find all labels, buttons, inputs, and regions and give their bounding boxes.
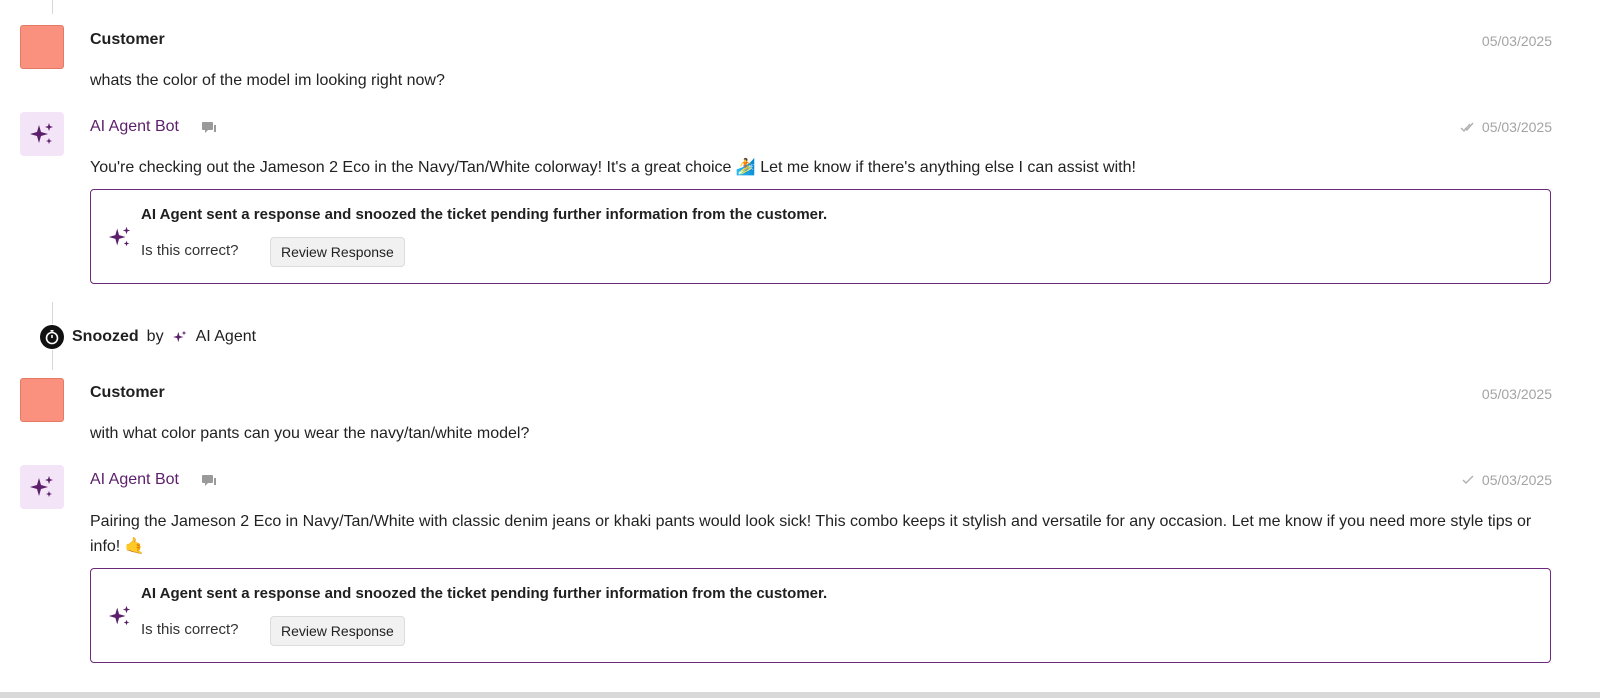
timeline-line bbox=[52, 302, 53, 324]
event-by: by bbox=[146, 328, 164, 345]
ai-agent-notice: AI Agent sent a response and snoozed the… bbox=[90, 189, 1551, 284]
customer-avatar bbox=[20, 378, 64, 422]
review-response-button[interactable]: Review Response bbox=[270, 616, 405, 646]
message-author: Customer bbox=[90, 31, 165, 48]
message-author: AI Agent Bot bbox=[90, 118, 179, 135]
chat-bubble-icon bbox=[202, 122, 216, 133]
notice-title: AI Agent sent a response and snoozed the… bbox=[141, 585, 828, 602]
message-text: You're checking out the Jameson 2 Eco in… bbox=[90, 159, 1136, 176]
sparkle-icon bbox=[108, 605, 131, 626]
timestamp-text: 05/03/2025 bbox=[1481, 386, 1552, 402]
event-label: Snoozed bbox=[72, 328, 139, 345]
message-timestamp: 05/03/2025 bbox=[1482, 386, 1552, 402]
message-author: Customer bbox=[90, 384, 165, 401]
ai-agent-notice: AI Agent sent a response and snoozed the… bbox=[90, 568, 1551, 663]
sparkle-icon bbox=[30, 476, 53, 497]
event-actor: AI Agent bbox=[195, 328, 257, 345]
notice-title: AI Agent sent a response and snoozed the… bbox=[141, 206, 828, 223]
sparkle-icon bbox=[30, 123, 53, 144]
double-check-icon bbox=[1460, 122, 1474, 132]
review-response-button[interactable]: Review Response bbox=[270, 237, 405, 267]
sparkle-icon bbox=[172, 330, 186, 343]
message-text: whats the color of the model im looking … bbox=[90, 72, 445, 89]
timeline-line bbox=[52, 350, 53, 370]
sparkle-icon bbox=[108, 226, 131, 247]
stopwatch-icon bbox=[40, 325, 64, 349]
bot-avatar bbox=[20, 112, 64, 156]
timeline-line bbox=[52, 0, 53, 14]
horizontal-scrollbar[interactable] bbox=[0, 692, 1600, 698]
customer-avatar bbox=[20, 25, 64, 69]
timestamp-text: 05/03/2025 bbox=[1481, 119, 1552, 135]
notice-question: Is this correct? bbox=[141, 242, 239, 259]
timestamp-text: 05/03/2025 bbox=[1481, 472, 1552, 488]
snoozed-event: Snoozed by AI Agent bbox=[40, 324, 256, 350]
message-text: Pairing the Jameson 2 Eco in Navy/Tan/Wh… bbox=[90, 513, 1532, 555]
check-icon bbox=[1462, 475, 1474, 484]
bot-avatar bbox=[20, 465, 64, 509]
chat-bubble-icon bbox=[202, 475, 216, 486]
timestamp-text: 05/03/2025 bbox=[1481, 33, 1552, 49]
message-author: AI Agent Bot bbox=[90, 471, 179, 488]
message-timestamp: 05/03/2025 bbox=[1482, 33, 1552, 49]
message-text: with what color pants can you wear the n… bbox=[90, 425, 530, 442]
notice-question: Is this correct? bbox=[141, 621, 239, 638]
message-timestamp: 05/03/2025 bbox=[1462, 472, 1552, 488]
message-timestamp: 05/03/2025 bbox=[1460, 119, 1552, 135]
